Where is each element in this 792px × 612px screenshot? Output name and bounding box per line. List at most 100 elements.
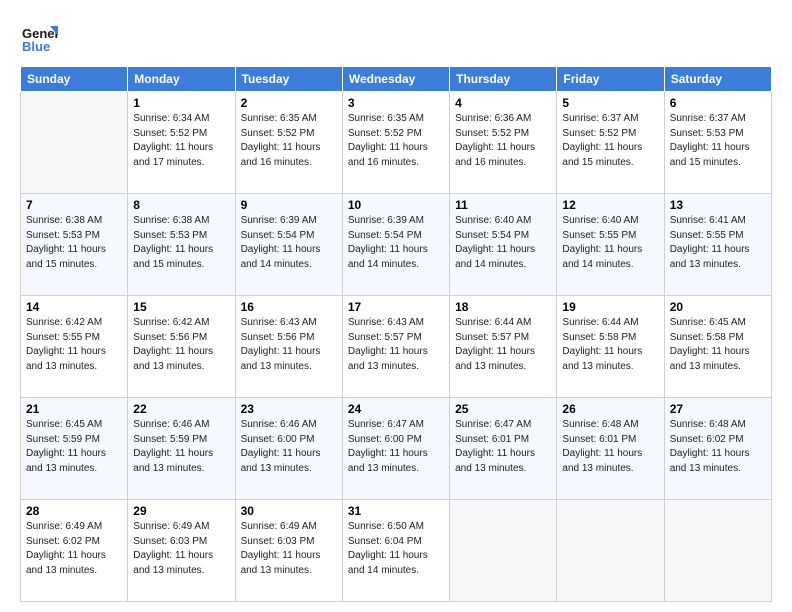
day-info: Sunrise: 6:49 AMSunset: 6:03 PMDaylight:… [133, 520, 229, 578]
day-number: 13 [670, 198, 766, 212]
day-number: 3 [348, 96, 444, 110]
svg-text:Blue: Blue [22, 39, 50, 54]
day-cell: 23 Sunrise: 6:46 AMSunset: 6:00 PMDayligh… [235, 398, 342, 500]
day-cell: 25 Sunrise: 6:47 AMSunset: 6:01 PMDayligh… [450, 398, 557, 500]
day-cell [21, 92, 128, 194]
day-info: Sunrise: 6:43 AMSunset: 5:57 PMDaylight:… [348, 316, 444, 374]
day-cell: 10Sunrise: 6:39 AMSunset: 5:54 PMDayligh… [342, 194, 449, 296]
day-info: Sunrise: 6:45 AMSunset: 5:59 PMDaylight:… [26, 418, 122, 476]
page: General Blue SundayMondayTuesdayWednesda… [0, 0, 792, 612]
day-cell: 7 Sunrise: 6:38 AMSunset: 5:53 PMDaylight… [21, 194, 128, 296]
day-cell: 11 Sunrise: 6:40 AMSunset: 5:54 PMDayligh… [450, 194, 557, 296]
day-cell: 6 Sunrise: 6:37 AMSunset: 5:53 PMDaylight… [664, 92, 771, 194]
day-info: Sunrise: 6:49 AMSunset: 6:03 PMDaylight:… [241, 520, 337, 578]
day-info: Sunrise: 6:43 AMSunset: 5:56 PMDaylight:… [241, 316, 337, 374]
day-cell: 8Sunrise: 6:38 AMSunset: 5:53 PMDaylight… [128, 194, 235, 296]
day-number: 23 [241, 402, 337, 416]
day-number: 15 [133, 300, 229, 314]
day-number: 30 [241, 504, 337, 518]
day-number: 19 [562, 300, 658, 314]
day-number: 22 [133, 402, 229, 416]
day-cell: 1Sunrise: 6:34 AMSunset: 5:52 PMDaylight… [128, 92, 235, 194]
day-info: Sunrise: 6:42 AMSunset: 5:55 PMDaylight:… [26, 316, 122, 374]
day-cell: 21 Sunrise: 6:45 AMSunset: 5:59 PMDayligh… [21, 398, 128, 500]
day-number: 24 [348, 402, 444, 416]
day-cell [450, 500, 557, 602]
day-number: 7 [26, 198, 122, 212]
day-cell: 26Sunrise: 6:48 AMSunset: 6:01 PMDayligh… [557, 398, 664, 500]
day-info: Sunrise: 6:45 AMSunset: 5:58 PMDaylight:… [670, 316, 766, 374]
logo: General Blue [20, 18, 58, 56]
day-info: Sunrise: 6:35 AMSunset: 5:52 PMDaylight:… [348, 112, 444, 170]
day-info: Sunrise: 6:50 AMSunset: 6:04 PMDaylight:… [348, 520, 444, 578]
col-header-friday: Friday [557, 67, 664, 92]
day-cell: 20 Sunrise: 6:45 AMSunset: 5:58 PMDayligh… [664, 296, 771, 398]
day-cell: 14 Sunrise: 6:42 AMSunset: 5:55 PMDayligh… [21, 296, 128, 398]
calendar-header-row: SundayMondayTuesdayWednesdayThursdayFrid… [21, 67, 772, 92]
day-cell: 5Sunrise: 6:37 AMSunset: 5:52 PMDaylight… [557, 92, 664, 194]
day-cell: 27 Sunrise: 6:48 AMSunset: 6:02 PMDayligh… [664, 398, 771, 500]
day-info: Sunrise: 6:46 AMSunset: 5:59 PMDaylight:… [133, 418, 229, 476]
day-info: Sunrise: 6:38 AMSunset: 5:53 PMDaylight:… [133, 214, 229, 272]
day-info: Sunrise: 6:42 AMSunset: 5:56 PMDaylight:… [133, 316, 229, 374]
day-cell: 4 Sunrise: 6:36 AMSunset: 5:52 PMDaylight… [450, 92, 557, 194]
day-info: Sunrise: 6:38 AMSunset: 5:53 PMDaylight:… [26, 214, 122, 272]
day-info: Sunrise: 6:47 AMSunset: 6:01 PMDaylight:… [455, 418, 551, 476]
day-number: 10 [348, 198, 444, 212]
week-row-4: 21 Sunrise: 6:45 AMSunset: 5:59 PMDayligh… [21, 398, 772, 500]
day-cell: 16 Sunrise: 6:43 AMSunset: 5:56 PMDayligh… [235, 296, 342, 398]
day-cell: 3 Sunrise: 6:35 AMSunset: 5:52 PMDaylight… [342, 92, 449, 194]
day-cell: 13 Sunrise: 6:41 AMSunset: 5:55 PMDayligh… [664, 194, 771, 296]
day-number: 6 [670, 96, 766, 110]
day-number: 2 [241, 96, 337, 110]
day-cell: 22 Sunrise: 6:46 AMSunset: 5:59 PMDayligh… [128, 398, 235, 500]
day-cell [664, 500, 771, 602]
day-cell: 18 Sunrise: 6:44 AMSunset: 5:57 PMDayligh… [450, 296, 557, 398]
day-cell: 30 Sunrise: 6:49 AMSunset: 6:03 PMDayligh… [235, 500, 342, 602]
day-cell: 9 Sunrise: 6:39 AMSunset: 5:54 PMDaylight… [235, 194, 342, 296]
week-row-3: 14 Sunrise: 6:42 AMSunset: 5:55 PMDayligh… [21, 296, 772, 398]
day-info: Sunrise: 6:46 AMSunset: 6:00 PMDaylight:… [241, 418, 337, 476]
day-cell: 17 Sunrise: 6:43 AMSunset: 5:57 PMDayligh… [342, 296, 449, 398]
day-cell: 28Sunrise: 6:49 AMSunset: 6:02 PMDayligh… [21, 500, 128, 602]
col-header-thursday: Thursday [450, 67, 557, 92]
day-number: 4 [455, 96, 551, 110]
day-info: Sunrise: 6:44 AMSunset: 5:57 PMDaylight:… [455, 316, 551, 374]
day-number: 5 [562, 96, 658, 110]
day-info: Sunrise: 6:36 AMSunset: 5:52 PMDaylight:… [455, 112, 551, 170]
day-info: Sunrise: 6:39 AMSunset: 5:54 PMDaylight:… [241, 214, 337, 272]
day-number: 21 [26, 402, 122, 416]
day-info: Sunrise: 6:49 AMSunset: 6:02 PMDaylight:… [26, 520, 122, 578]
col-header-wednesday: Wednesday [342, 67, 449, 92]
day-info: Sunrise: 6:44 AMSunset: 5:58 PMDaylight:… [562, 316, 658, 374]
week-row-1: 1Sunrise: 6:34 AMSunset: 5:52 PMDaylight… [21, 92, 772, 194]
day-info: Sunrise: 6:48 AMSunset: 6:02 PMDaylight:… [670, 418, 766, 476]
day-number: 27 [670, 402, 766, 416]
header: General Blue [20, 18, 772, 56]
day-number: 18 [455, 300, 551, 314]
day-cell: 24 Sunrise: 6:47 AMSunset: 6:00 PMDayligh… [342, 398, 449, 500]
day-number: 29 [133, 504, 229, 518]
day-cell [557, 500, 664, 602]
day-cell: 31 Sunrise: 6:50 AMSunset: 6:04 PMDayligh… [342, 500, 449, 602]
day-info: Sunrise: 6:41 AMSunset: 5:55 PMDaylight:… [670, 214, 766, 272]
day-info: Sunrise: 6:34 AMSunset: 5:52 PMDaylight:… [133, 112, 229, 170]
day-number: 9 [241, 198, 337, 212]
col-header-saturday: Saturday [664, 67, 771, 92]
day-info: Sunrise: 6:47 AMSunset: 6:00 PMDaylight:… [348, 418, 444, 476]
day-number: 31 [348, 504, 444, 518]
day-number: 26 [562, 402, 658, 416]
week-row-2: 7 Sunrise: 6:38 AMSunset: 5:53 PMDaylight… [21, 194, 772, 296]
day-info: Sunrise: 6:37 AMSunset: 5:53 PMDaylight:… [670, 112, 766, 170]
day-number: 11 [455, 198, 551, 212]
day-cell: 19 Sunrise: 6:44 AMSunset: 5:58 PMDayligh… [557, 296, 664, 398]
day-number: 25 [455, 402, 551, 416]
day-number: 12 [562, 198, 658, 212]
day-cell: 12Sunrise: 6:40 AMSunset: 5:55 PMDayligh… [557, 194, 664, 296]
day-number: 16 [241, 300, 337, 314]
col-header-monday: Monday [128, 67, 235, 92]
day-number: 20 [670, 300, 766, 314]
day-number: 17 [348, 300, 444, 314]
day-info: Sunrise: 6:40 AMSunset: 5:54 PMDaylight:… [455, 214, 551, 272]
day-number: 14 [26, 300, 122, 314]
